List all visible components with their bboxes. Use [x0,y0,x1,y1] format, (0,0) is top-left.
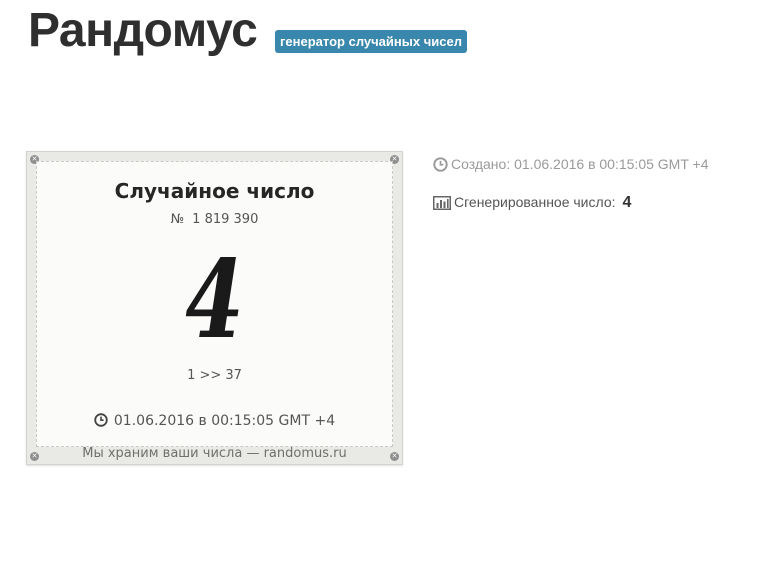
number-range: 1 >> 37 [187,368,242,383]
certificate-datetime: 01.06.2016 в 00:15:05 GMT +4 [27,413,402,429]
certificate-number-value: 1 819 390 [192,212,259,227]
page: Рандомус генератор случайных чисел ✕ ✕ ✕… [0,0,765,580]
generated-label: Сгенерированное число: [454,194,616,210]
bar-chart-icon [433,196,451,210]
generated-value: 4 [622,194,632,211]
created-value: 01.06.2016 в 00:15:05 GMT +4 [514,156,709,172]
certificate-number: № 1 819 390 [27,212,402,227]
clock-icon [433,157,448,172]
created-info: Создано: 01.06.2016 в 00:15:05 GMT +4 [433,156,708,172]
random-result: 4 [185,237,244,363]
certificate-title: Случайное число [114,179,315,203]
generated-info: Сгенерированное число: 4 [433,194,631,212]
created-label: Создано: [451,156,511,172]
tagline-badge: генератор случайных чисел [275,30,467,53]
site-logo-title[interactable]: Рандомус [28,2,258,60]
number-sign: № [170,212,185,227]
clock-icon [94,413,108,427]
random-number-certificate: ✕ ✕ ✕ ✕ Случайное число № 1 819 390 4 1 >… [26,151,403,465]
certificate-datetime-text: 01.06.2016 в 00:15:05 GMT +4 [113,413,336,429]
certificate-footer: Мы храним ваши числа — randomus.ru [82,446,347,461]
